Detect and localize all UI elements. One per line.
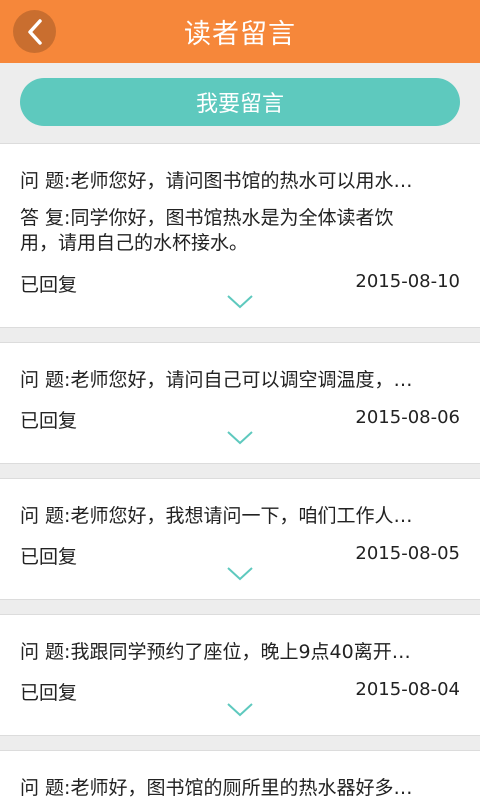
- chevron-left-icon: [27, 18, 42, 45]
- date-label: 2015-08-10: [355, 271, 460, 292]
- action-area: 我要留言: [0, 63, 480, 143]
- question-text: 问 题:老师您好，请问图书馆的热水可以用水…: [20, 170, 413, 192]
- status-label: 已回复: [20, 274, 78, 296]
- message-card[interactable]: 问 题:老师好，图书馆的厕所里的热水器好多…: [0, 750, 480, 810]
- date-label: 2015-08-04: [355, 679, 460, 700]
- status-label: 已回复: [20, 546, 78, 568]
- message-card[interactable]: 问 题:我跟同学预约了座位，晚上9点40离开… 已回复 2015-08-04: [0, 614, 480, 736]
- message-card[interactable]: 问 题:老师您好，请问图书馆的热水可以用水… 答 复:同学你好，图书馆热水是为全…: [0, 143, 480, 328]
- question-text: 问 题:老师好，图书馆的厕所里的热水器好多…: [20, 777, 413, 799]
- answer-text: 答 复:同学你好，图书馆热水是为全体读者饮用，请用自己的水杯接水。: [20, 207, 394, 254]
- back-button[interactable]: [13, 10, 56, 53]
- message-card[interactable]: 问 题:老师您好，请问自己可以调空调温度，… 已回复 2015-08-06: [0, 342, 480, 464]
- leave-message-button[interactable]: 我要留言: [20, 78, 460, 126]
- message-card[interactable]: 问 题:老师您好，我想请问一下，咱们工作人… 已回复 2015-08-05: [0, 478, 480, 600]
- date-label: 2015-08-06: [355, 407, 460, 428]
- question-text: 问 题:老师您好，请问自己可以调空调温度，…: [20, 369, 413, 391]
- chevron-down-icon[interactable]: [226, 430, 254, 446]
- question-text: 问 题:老师您好，我想请问一下，咱们工作人…: [20, 505, 413, 527]
- status-label: 已回复: [20, 682, 78, 704]
- status-label: 已回复: [20, 410, 78, 432]
- chevron-down-icon[interactable]: [226, 702, 254, 718]
- date-label: 2015-08-05: [355, 543, 460, 564]
- chevron-down-icon[interactable]: [226, 294, 254, 310]
- page-title: 读者留言: [184, 19, 296, 50]
- chevron-down-icon[interactable]: [226, 566, 254, 582]
- header-bar: 读者留言: [0, 0, 480, 63]
- question-text: 问 题:我跟同学预约了座位，晚上9点40离开…: [20, 641, 411, 663]
